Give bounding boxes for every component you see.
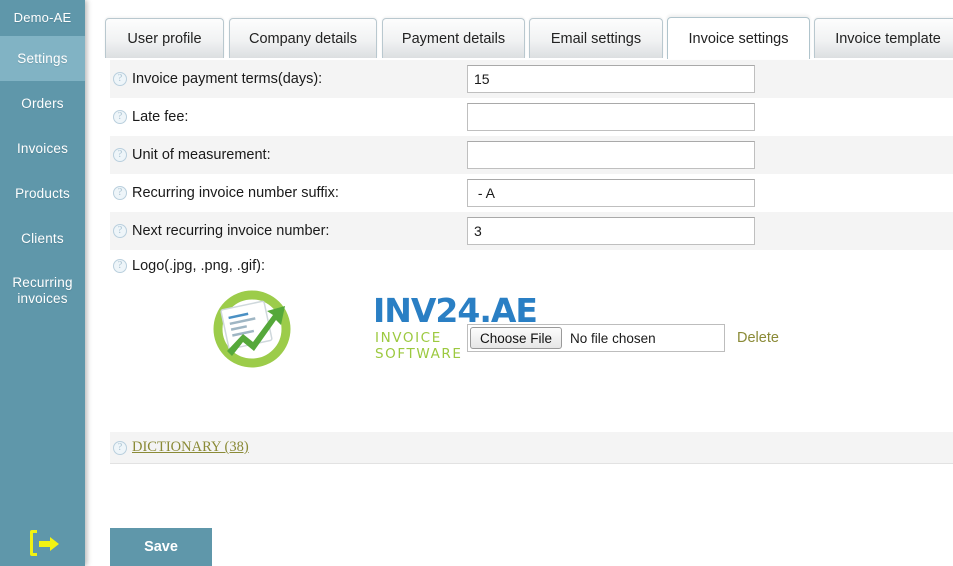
tab-content-divider bbox=[85, 58, 953, 60]
help-question-icon[interactable]: ? bbox=[113, 110, 127, 124]
logout-icon bbox=[29, 530, 59, 556]
form-row-late-fee: ? Late fee: bbox=[110, 98, 953, 136]
sidebar-item-label-line2: invoices bbox=[17, 291, 68, 306]
sidebar-item-label: Products bbox=[15, 185, 70, 201]
tab-label: Email settings bbox=[550, 30, 642, 47]
form-label: Invoice payment terms(days): bbox=[132, 71, 323, 87]
late-fee-input[interactable] bbox=[467, 103, 755, 131]
help-question-icon[interactable]: ? bbox=[113, 186, 127, 200]
tab-label: Company details bbox=[249, 30, 357, 47]
sidebar-item-orders[interactable]: Orders bbox=[0, 81, 85, 126]
sidebar-item-label: Clients bbox=[21, 230, 64, 246]
tab-label: Invoice settings bbox=[688, 30, 789, 47]
help-question-icon[interactable]: ? bbox=[113, 72, 127, 86]
sidebar-item-label: Invoices bbox=[16, 140, 69, 156]
main-content: User profile Company details Payment det… bbox=[85, 0, 953, 566]
sidebar-item-label-line1: Recurring bbox=[12, 275, 73, 291]
sidebar-brand-label: Demo-AE bbox=[13, 9, 72, 25]
logo-upload-area: INV24.AE INVOICE SOFTWARE Choose File No… bbox=[110, 282, 953, 432]
sidebar-item-settings[interactable]: Settings bbox=[0, 36, 85, 81]
tab-company-details[interactable]: Company details bbox=[229, 18, 377, 58]
tab-email-settings[interactable]: Email settings bbox=[529, 18, 663, 58]
form-row-payment-terms: ? Invoice payment terms(days): bbox=[110, 60, 953, 98]
inv24-logo-mark-icon bbox=[213, 290, 291, 368]
tab-label: User profile bbox=[127, 30, 202, 47]
no-file-chosen-text: No file chosen bbox=[570, 330, 656, 346]
form-row-unit-of-measurement: ? Unit of measurement: bbox=[110, 136, 953, 174]
choose-file-button[interactable]: Choose File bbox=[470, 327, 563, 349]
tab-label: Invoice template bbox=[835, 30, 941, 47]
help-question-icon[interactable]: ? bbox=[113, 148, 127, 162]
logo-label: Logo(.jpg, .png, .gif): bbox=[132, 258, 265, 274]
dictionary-row: ? DICTIONARY (38) bbox=[110, 432, 953, 464]
tab-bar: User profile Company details Payment det… bbox=[85, 0, 953, 60]
form-row-recurring-suffix: ? Recurring invoice number suffix: bbox=[110, 174, 953, 212]
form-label: Recurring invoice number suffix: bbox=[132, 185, 339, 201]
save-button[interactable]: Save bbox=[110, 528, 212, 566]
tab-user-profile[interactable]: User profile bbox=[105, 18, 224, 58]
sidebar-item-label: Settings bbox=[17, 50, 68, 66]
help-question-icon[interactable]: ? bbox=[113, 440, 127, 455]
logout-button[interactable] bbox=[0, 530, 85, 556]
form-label: Unit of measurement: bbox=[132, 147, 271, 163]
tab-invoice-settings[interactable]: Invoice settings bbox=[667, 17, 810, 59]
logo-text-sub: INVOICE SOFTWARE bbox=[375, 330, 463, 362]
form-row-next-recurring-number: ? Next recurring invoice number: bbox=[110, 212, 953, 250]
form-label: Late fee: bbox=[132, 109, 189, 125]
unit-of-measurement-input[interactable] bbox=[467, 141, 755, 169]
tab-payment-details[interactable]: Payment details bbox=[382, 18, 525, 58]
invoice-settings-form: ? Invoice payment terms(days): ? Late fe… bbox=[110, 60, 953, 464]
tab-label: Payment details bbox=[401, 30, 506, 47]
logo-file-input[interactable]: Choose File No file chosen bbox=[467, 324, 725, 352]
sidebar-item-label: Orders bbox=[21, 95, 64, 111]
help-question-icon[interactable]: ? bbox=[113, 224, 127, 238]
logout-arrow-icon bbox=[38, 537, 59, 551]
recurring-invoice-suffix-input[interactable] bbox=[467, 179, 755, 207]
invoice-payment-terms-input[interactable] bbox=[467, 65, 755, 93]
sidebar-item-invoices[interactable]: Invoices bbox=[0, 126, 85, 171]
tab-invoice-template[interactable]: Invoice template bbox=[814, 18, 953, 58]
sidebar-brand[interactable]: Demo-AE bbox=[0, 0, 85, 36]
logo-file-row: Choose File No file chosen Delete bbox=[467, 324, 779, 352]
dictionary-link[interactable]: DICTIONARY (38) bbox=[132, 439, 249, 456]
form-label: Next recurring invoice number: bbox=[132, 223, 330, 239]
delete-logo-link[interactable]: Delete bbox=[737, 330, 779, 346]
help-question-icon[interactable]: ? bbox=[113, 259, 127, 273]
next-recurring-invoice-number-input[interactable] bbox=[467, 217, 755, 245]
form-row-logo-label: ? Logo(.jpg, .png, .gif): bbox=[110, 250, 953, 282]
sidebar-item-clients[interactable]: Clients bbox=[0, 216, 85, 261]
company-logo: INV24.AE INVOICE SOFTWARE bbox=[205, 289, 538, 369]
sidebar: Demo-AE Settings Orders Invoices Product… bbox=[0, 0, 85, 566]
sidebar-item-products[interactable]: Products bbox=[0, 171, 85, 216]
sidebar-item-recurring-invoices[interactable]: Recurring invoices bbox=[0, 261, 85, 321]
settings-page: Demo-AE Settings Orders Invoices Product… bbox=[0, 0, 953, 566]
